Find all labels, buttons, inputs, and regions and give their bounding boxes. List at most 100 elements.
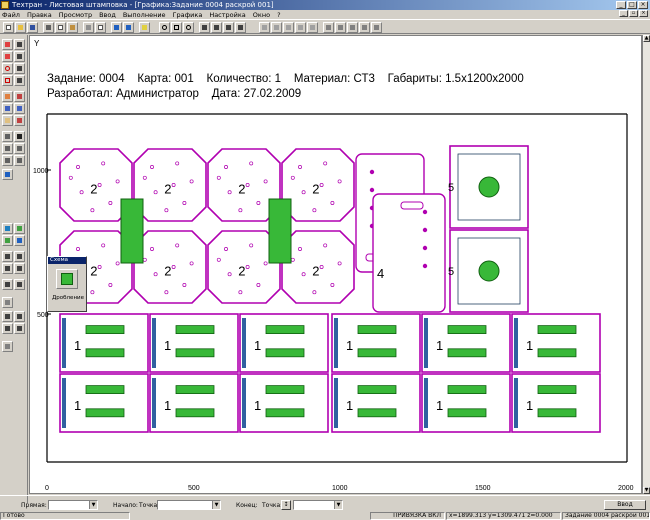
tool-arrow-up-icon[interactable] [2, 263, 13, 274]
tool-mirror-button[interactable] [359, 22, 370, 33]
tool-place-icon[interactable] [2, 235, 13, 246]
panel-green-bar [265, 348, 305, 358]
close-button[interactable]: × [638, 1, 648, 9]
tool-zoom-icon[interactable] [2, 223, 13, 234]
menu-input[interactable]: Ввод [99, 11, 116, 19]
octagon-count-label: 2 [312, 182, 319, 197]
menu-graphics[interactable]: Графика [173, 11, 203, 19]
tool-measure-icon[interactable] [2, 143, 13, 154]
print-button[interactable] [83, 22, 94, 33]
tool-circle-button[interactable] [295, 22, 306, 33]
minimize-button[interactable]: _ [616, 1, 626, 9]
tool-route-icon[interactable] [14, 235, 25, 246]
tool-move-left-icon[interactable] [2, 311, 13, 322]
doc-close-button[interactable]: × [639, 10, 648, 17]
tool-circle-icon[interactable] [2, 63, 13, 74]
tool-step-left-icon[interactable] [2, 279, 13, 290]
tool-wave-icon[interactable] [14, 115, 25, 126]
panel-edge-strip [242, 378, 246, 428]
menu-edit[interactable]: Правка [27, 11, 52, 19]
tool-grid-icon[interactable] [2, 155, 13, 166]
tool-edit-button[interactable] [323, 22, 334, 33]
pan-button[interactable] [211, 22, 222, 33]
tool-diag-icon[interactable] [14, 63, 25, 74]
menu-help[interactable]: ? [277, 11, 280, 19]
tool-paste-icon[interactable] [14, 103, 25, 114]
tool-move-button[interactable] [335, 22, 346, 33]
tool-vline-icon[interactable] [14, 51, 25, 62]
paste-button[interactable] [67, 22, 78, 33]
tool-move-down-icon[interactable] [14, 323, 25, 334]
copy-button[interactable] [55, 22, 66, 33]
scroll-down-arrow-icon[interactable]: ▼ [643, 487, 650, 494]
new-button[interactable] [3, 22, 14, 33]
axis-y-label: Y [34, 39, 40, 48]
open-button[interactable] [15, 22, 26, 33]
split-tool-button[interactable] [56, 269, 78, 289]
panel-edge-strip [334, 318, 338, 368]
menu-window[interactable]: Окно [253, 11, 270, 19]
tool-line-button[interactable] [259, 22, 270, 33]
tool-select-icon[interactable] [14, 39, 25, 50]
bracket-hole-mark [422, 209, 428, 215]
tool-hand-icon[interactable] [2, 115, 13, 126]
tool-angle-icon[interactable] [2, 341, 13, 352]
tool-arc-icon[interactable] [14, 75, 25, 86]
menu-run[interactable]: Выполнение [123, 11, 166, 19]
redraw-button[interactable] [223, 22, 234, 33]
zoom-in-button[interactable] [159, 22, 170, 33]
tool-pattern-icon[interactable] [14, 91, 25, 102]
tool-arc-button[interactable] [271, 22, 282, 33]
panel-count-label: 1 [254, 338, 261, 353]
tool-arrow-right-icon[interactable] [14, 251, 25, 262]
tool-move-right-icon[interactable] [14, 311, 25, 322]
menu-view[interactable]: Просмотр [59, 11, 92, 19]
scroll-up-arrow-icon[interactable]: ▲ [643, 35, 650, 42]
tool-layer-icon[interactable] [14, 143, 25, 154]
panel-green-bar [447, 408, 487, 418]
tool-copy-icon[interactable] [2, 103, 13, 114]
green-strip-part [268, 198, 292, 264]
zoom-window-button[interactable] [171, 22, 182, 33]
tool-fill-icon[interactable] [2, 91, 13, 102]
doc-minimize-button[interactable]: _ [619, 10, 628, 17]
start-point-combo[interactable]: ▼ [157, 500, 221, 510]
cut-button[interactable] [43, 22, 54, 33]
drawing-canvas[interactable]: Y Задание: 0004 Карта: 001 Количество: 1… [29, 35, 642, 494]
tool-undo-icon[interactable] [2, 169, 13, 180]
tool-rect-icon[interactable] [2, 75, 13, 86]
tool-step-right-icon[interactable] [14, 279, 25, 290]
undo-button[interactable] [111, 22, 122, 33]
pick-point-button[interactable]: ↕ [281, 500, 291, 510]
tool-nest-icon[interactable] [14, 223, 25, 234]
tool-move-up-icon[interactable] [2, 323, 13, 334]
nesting-drawing: Y Задание: 0004 Карта: 001 Количество: 1… [33, 39, 634, 492]
view-button[interactable] [235, 22, 246, 33]
maximize-button[interactable]: □ [627, 1, 637, 9]
save-button[interactable] [27, 22, 38, 33]
fit-button[interactable] [199, 22, 210, 33]
tool-trash-icon[interactable] [2, 131, 13, 142]
tool-rotate-button[interactable] [347, 22, 358, 33]
tool-arrow-down-icon[interactable] [14, 263, 25, 274]
vertical-scrollbar[interactable]: ▲ ▼ [642, 35, 650, 494]
tool-mark-button[interactable] [307, 22, 318, 33]
zoom-out-button[interactable] [183, 22, 194, 33]
line-combo[interactable]: ▼ [48, 500, 98, 510]
redo-button[interactable] [123, 22, 134, 33]
preview-button[interactable] [95, 22, 106, 33]
tool-rect-button[interactable] [283, 22, 294, 33]
menu-settings[interactable]: Настройка [209, 11, 245, 19]
tool-spin-icon[interactable] [2, 297, 13, 308]
help-button[interactable] [139, 22, 150, 33]
tool-delete-button[interactable] [371, 22, 382, 33]
doc-restore-button[interactable]: ▫ [629, 10, 638, 17]
tool-plus-icon[interactable] [2, 51, 13, 62]
tool-snap-icon[interactable] [14, 155, 25, 166]
tool-arrow-left-icon[interactable] [2, 251, 13, 262]
tool-text-icon[interactable] [14, 131, 25, 142]
end-point-combo[interactable]: ▼ [293, 500, 343, 510]
enter-button[interactable]: Ввод [604, 500, 646, 510]
menu-file[interactable]: Файл [2, 11, 20, 19]
tool-point-icon[interactable] [2, 39, 13, 50]
